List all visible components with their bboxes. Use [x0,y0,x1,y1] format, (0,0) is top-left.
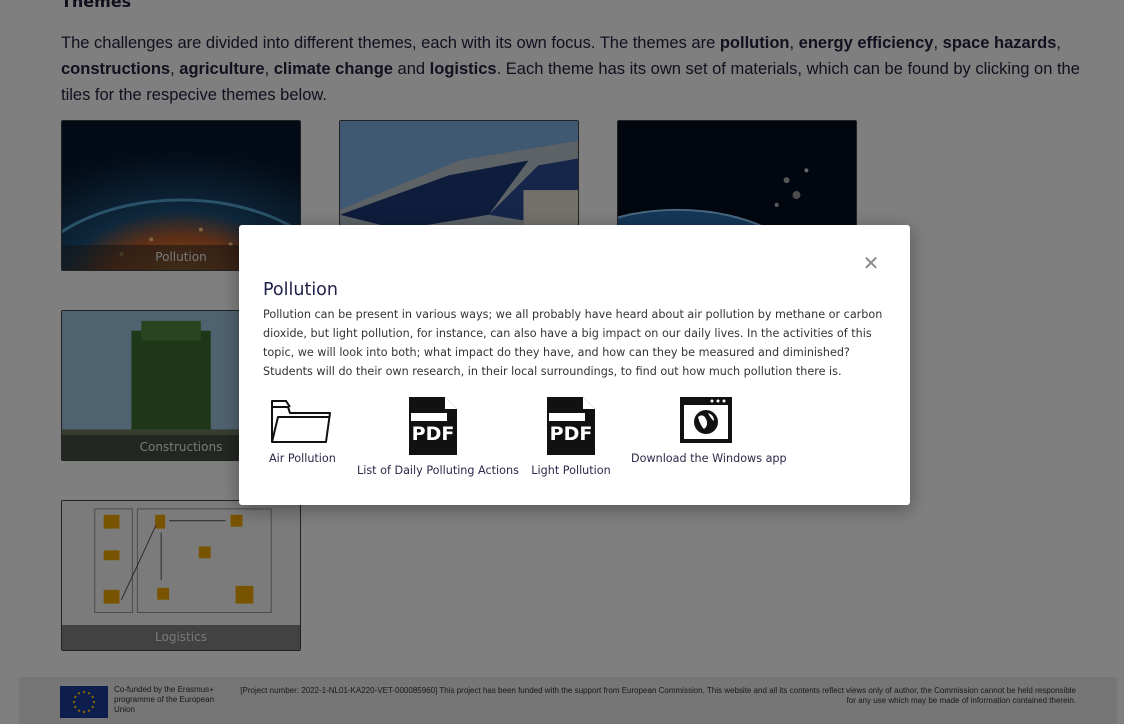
close-icon[interactable]: ✕ [861,253,881,273]
resource-label: Light Pollution [531,464,611,477]
pdf-icon: PDF [547,397,595,455]
resource-label: Air Pollution [269,452,336,465]
pdf-icon-text: PDF [550,423,593,445]
pdf-icon: PDF [409,397,457,455]
resource-light-pollution[interactable]: PDF Light Pollution [531,395,611,477]
pdf-icon-text: PDF [412,423,455,445]
resource-daily-polluting-actions[interactable]: PDF List of Daily Polluting Actions [357,395,519,477]
folder-icon [271,400,331,443]
theme-modal: ✕ Pollution Pollution can be present in … [239,225,910,505]
resource-label: Download the Windows app [631,452,787,465]
resource-windows-app[interactable]: Download the Windows app [631,395,787,465]
resource-air-pollution[interactable]: Air Pollution [269,395,336,465]
resource-label: List of Daily Polluting Actions [357,464,519,477]
modal-description: Pollution can be present in various ways… [263,308,883,378]
windows-app-icon [680,397,732,443]
modal-title: Pollution [263,280,338,300]
